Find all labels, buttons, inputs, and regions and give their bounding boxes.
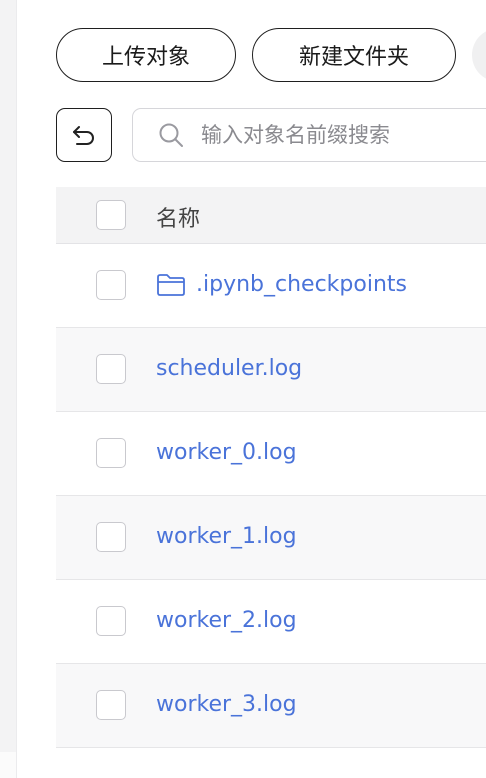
file-link[interactable]: scheduler.log xyxy=(156,356,302,381)
search-icon xyxy=(159,123,183,147)
file-link[interactable]: worker_0.log xyxy=(156,440,297,465)
table-row: .ipynb_checkpoints xyxy=(56,244,486,328)
select-all-checkbox[interactable] xyxy=(96,200,126,230)
file-link[interactable]: worker_2.log xyxy=(156,608,297,633)
object-table: 名称 .ipynb_checkpoints scheduler.log work… xyxy=(56,187,486,748)
file-link[interactable]: worker_1.log xyxy=(156,524,297,549)
folder-name[interactable]: .ipynb_checkpoints xyxy=(196,272,407,297)
row-checkbox[interactable] xyxy=(96,270,126,300)
file-link[interactable]: worker_3.log xyxy=(156,692,297,717)
row-checkbox[interactable] xyxy=(96,354,126,384)
table-header-row: 名称 xyxy=(56,187,486,244)
object-browser-page: 上传对象 新建文件夹 名称 .ipynb_checkpoints xyxy=(0,0,486,778)
folder-icon xyxy=(157,273,185,296)
table-row: scheduler.log xyxy=(56,328,486,412)
row-checkbox[interactable] xyxy=(96,606,126,636)
table-row: worker_3.log xyxy=(56,664,486,748)
table-row: worker_0.log xyxy=(56,412,486,496)
back-button[interactable] xyxy=(56,108,112,162)
row-checkbox[interactable] xyxy=(96,438,126,468)
search-input[interactable] xyxy=(199,122,486,148)
undo-arrow-icon xyxy=(73,126,94,145)
table-row: worker_2.log xyxy=(56,580,486,664)
column-header-name[interactable]: 名称 xyxy=(156,201,200,233)
more-actions-button[interactable] xyxy=(472,28,486,82)
folder-link[interactable]: .ipynb_checkpoints xyxy=(156,272,407,297)
left-sidebar-edge xyxy=(0,0,17,778)
table-row: worker_1.log xyxy=(56,496,486,580)
upload-object-button[interactable]: 上传对象 xyxy=(56,28,236,82)
sidebar-footer xyxy=(0,752,16,778)
new-folder-button[interactable]: 新建文件夹 xyxy=(252,28,456,82)
search-box[interactable] xyxy=(132,108,486,162)
row-checkbox[interactable] xyxy=(96,522,126,552)
row-checkbox[interactable] xyxy=(96,690,126,720)
